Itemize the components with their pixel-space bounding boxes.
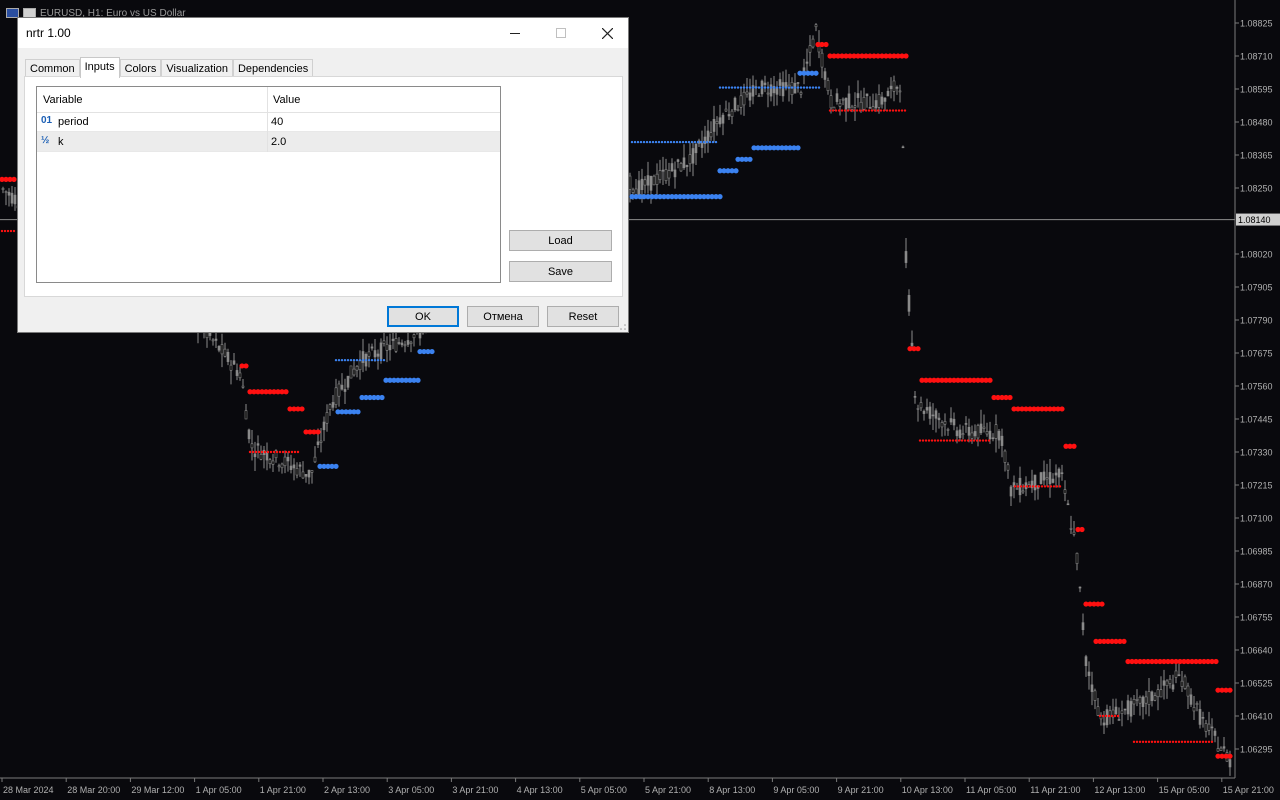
minimize-icon: [510, 33, 520, 34]
dialog-title: nrtr 1.00: [26, 26, 71, 40]
time-tick-label: 12 Apr 13:00: [1094, 785, 1145, 795]
indicator-properties-dialog: nrtr 1.00 Common Inputs Colors Visualiza…: [17, 17, 629, 333]
price-tick-label: 1.08250: [1240, 184, 1273, 194]
dialog-titlebar[interactable]: nrtr 1.00: [18, 18, 628, 48]
time-tick-label: 15 Apr 21:00: [1223, 785, 1274, 795]
time-axis: 28 Mar 2024 28 Mar 20:00 29 Mar 12:00 1 Apr…: [0, 777, 1280, 800]
close-button[interactable]: [584, 18, 630, 48]
table-row[interactable]: ½ k 2.0: [37, 132, 500, 152]
price-tick-label: 1.07100: [1240, 514, 1273, 524]
price-tick-label: 1.07790: [1240, 316, 1273, 326]
inputs-panel: Variable Value 01 period 40 ½ k 2.0 Load…: [24, 76, 623, 297]
current-price-label: 1.08140: [1238, 215, 1271, 225]
close-icon: [601, 27, 613, 39]
maximize-button: [538, 18, 584, 48]
time-tick-label: 4 Apr 13:00: [517, 785, 563, 795]
value-cell[interactable]: 2.0: [271, 136, 286, 148]
time-tick-label: 5 Apr 21:00: [645, 785, 691, 795]
price-tick-label: 1.06755: [1240, 613, 1273, 623]
time-tick-label: 15 Apr 05:00: [1159, 785, 1210, 795]
variable-name: period: [58, 116, 89, 128]
time-tick-label: 9 Apr 05:00: [773, 785, 819, 795]
tab-common[interactable]: Common: [25, 59, 80, 77]
price-tick-label: 1.06295: [1240, 745, 1273, 755]
tab-inputs[interactable]: Inputs: [79, 57, 120, 78]
save-button[interactable]: Save: [509, 261, 612, 282]
price-tick-label: 1.08710: [1240, 52, 1273, 62]
time-tick-label: 29 Mar 12:00: [131, 785, 184, 795]
price-tick-label: 1.08595: [1240, 85, 1273, 95]
time-tick-label: 10 Apr 13:00: [902, 785, 953, 795]
time-tick-label: 9 Apr 21:00: [838, 785, 884, 795]
maximize-icon: [556, 28, 566, 38]
time-tick-label: 8 Apr 13:00: [709, 785, 755, 795]
time-tick-label: 3 Apr 21:00: [452, 785, 498, 795]
resize-grip-icon[interactable]: [619, 323, 627, 331]
column-header-variable[interactable]: Variable: [43, 94, 83, 106]
price-axis: 1.08825 1.08710 1.08595 1.08480 1.08365 1.082…: [1234, 0, 1280, 800]
price-tick-label: 1.08825: [1240, 19, 1273, 29]
price-tick-label: 1.06640: [1240, 646, 1273, 656]
minimize-button[interactable]: [492, 18, 538, 48]
price-tick-label: 1.07330: [1240, 448, 1273, 458]
time-tick-label: 11 Apr 05:00: [966, 785, 1016, 795]
variable-name: k: [58, 136, 64, 148]
time-tick-label: 1 Apr 21:00: [260, 785, 306, 795]
column-header-value[interactable]: Value: [273, 94, 300, 106]
price-tick-label: 1.07445: [1240, 415, 1273, 425]
tab-colors[interactable]: Colors: [119, 59, 162, 77]
inputs-table: Variable Value 01 period 40 ½ k 2.0: [36, 86, 501, 283]
reset-button[interactable]: Reset: [547, 306, 619, 327]
price-tick-label: 1.07905: [1240, 283, 1273, 293]
tab-visualization[interactable]: Visualization: [161, 59, 233, 77]
price-tick-label: 1.07560: [1240, 382, 1273, 392]
tab-bar: Common Inputs Colors Visualization Depen…: [25, 57, 314, 78]
double-type-icon: ½: [41, 135, 50, 146]
time-tick-label: 5 Apr 05:00: [581, 785, 627, 795]
time-tick-label: 1 Apr 05:00: [196, 785, 242, 795]
load-button[interactable]: Load: [509, 230, 612, 251]
integer-type-icon: 01: [41, 115, 53, 126]
price-tick-label: 1.08365: [1240, 151, 1273, 161]
price-tick-label: 1.08020: [1240, 250, 1273, 260]
time-tick-label: 3 Apr 05:00: [388, 785, 434, 795]
time-tick-label: 28 Mar 20:00: [67, 785, 120, 795]
price-tick-label: 1.06985: [1240, 547, 1273, 557]
price-tick-label: 1.06525: [1240, 679, 1273, 689]
price-tick-label: 1.08480: [1240, 118, 1273, 128]
table-row[interactable]: 01 period 40: [37, 112, 500, 132]
time-tick-label: 28 Mar 2024: [3, 785, 54, 795]
price-tick-label: 1.06410: [1240, 712, 1273, 722]
price-tick-label: 1.07215: [1240, 481, 1273, 491]
time-tick-label: 11 Apr 21:00: [1030, 785, 1080, 795]
price-tick-label: 1.07675: [1240, 349, 1273, 359]
price-tick-label: 1.06870: [1240, 580, 1273, 590]
ok-button[interactable]: OK: [387, 306, 459, 327]
table-header: Variable Value: [37, 87, 500, 113]
tab-dependencies[interactable]: Dependencies: [232, 59, 314, 77]
cancel-button[interactable]: Отмена: [467, 306, 539, 327]
value-cell[interactable]: 40: [271, 116, 283, 128]
time-tick-label: 2 Apr 13:00: [324, 785, 370, 795]
